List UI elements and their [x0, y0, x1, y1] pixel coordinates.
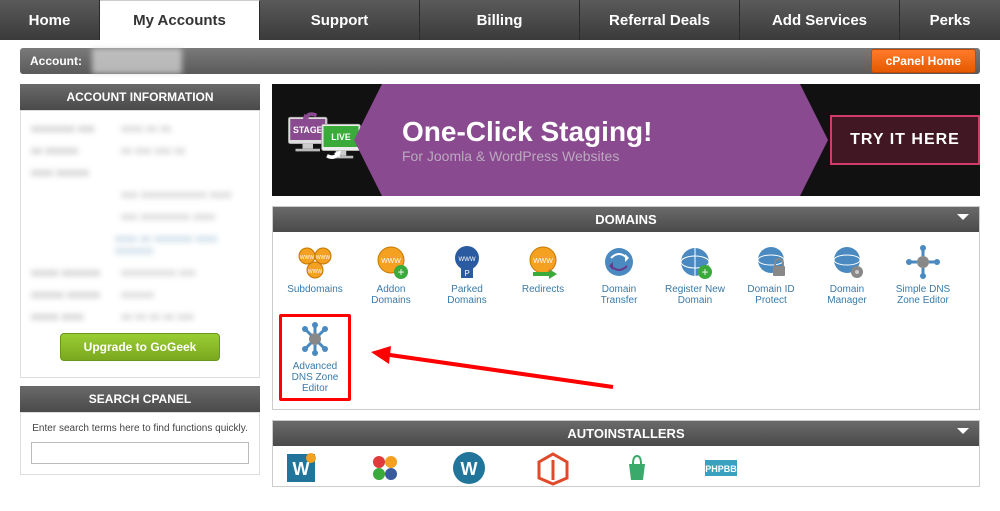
account-label: Account: [20, 54, 92, 68]
tile-simple-dns[interactable]: Simple DNS Zone Editor [887, 240, 959, 310]
search-hint: Enter search terms here to find function… [31, 423, 249, 434]
globe-arrow-icon: WWW [523, 244, 563, 280]
domains-section: DOMAINS WWWWWWWWW Subdomains WWW+ Addon … [272, 206, 980, 410]
globe-lock-icon [751, 244, 791, 280]
tile-parked-domains[interactable]: WWWP Parked Domains [431, 240, 503, 310]
tile-addon-domains[interactable]: WWW+ Addon Domains [355, 240, 427, 310]
banner-title: One-Click Staging! [402, 116, 800, 148]
cpanel-home-button[interactable]: cPanel Home [871, 49, 976, 73]
magento-icon[interactable] [535, 450, 571, 486]
globe-transfer-icon [599, 244, 639, 280]
tile-subdomains[interactable]: WWWWWWWWW Subdomains [279, 240, 351, 310]
banner-subtitle: For Joomla & WordPress Websites [402, 148, 800, 164]
chevron-down-icon [957, 214, 969, 220]
chevron-down-icon [957, 428, 969, 434]
tile-domain-transfer[interactable]: Domain Transfer [583, 240, 655, 310]
tile-domain-manager[interactable]: Domain Manager [811, 240, 883, 310]
tab-home[interactable]: Home [0, 0, 100, 40]
search-input[interactable] [31, 442, 249, 464]
svg-text:PHPBB: PHPBB [705, 464, 737, 474]
tab-billing[interactable]: Billing [420, 0, 580, 40]
tab-my-accounts[interactable]: My Accounts [100, 0, 260, 40]
svg-text:WWW: WWW [533, 258, 553, 265]
tile-redirects[interactable]: WWW Redirects [507, 240, 579, 310]
tab-support[interactable]: Support [260, 0, 420, 40]
try-it-here-button[interactable]: TRY IT HERE [830, 115, 980, 165]
svg-text:WWW: WWW [381, 258, 401, 265]
wordpress-alt-icon[interactable]: W [451, 450, 487, 486]
globe-gear-icon [827, 244, 867, 280]
svg-text:+: + [397, 265, 404, 279]
main-nav: Home My Accounts Support Billing Referra… [0, 0, 1000, 40]
tab-referral-deals[interactable]: Referral Deals [580, 0, 740, 40]
prestashop-icon[interactable] [619, 450, 655, 486]
dns-advanced-icon [295, 321, 335, 357]
globe-register-icon: + [675, 244, 715, 280]
account-bar: Account: cPanel Home [20, 48, 980, 74]
svg-text:W: W [293, 459, 310, 479]
account-value [92, 48, 182, 74]
autoinstallers-header[interactable]: AUTOINSTALLERS [273, 421, 979, 446]
upgrade-gogeek-button[interactable]: Upgrade to GoGeek [60, 333, 220, 361]
tile-register-domain[interactable]: + Register New Domain [659, 240, 731, 310]
svg-text:WWW: WWW [308, 269, 322, 275]
svg-text:W: W [461, 459, 478, 479]
account-info-header: ACCOUNT INFORMATION [20, 84, 260, 110]
globe-www-icon: WWWWWWWWW [295, 244, 335, 280]
tile-advanced-dns[interactable]: Advanced DNS Zone Editor [279, 314, 351, 401]
globe-parking-icon: WWW P [447, 244, 487, 280]
svg-text:+: + [701, 265, 708, 279]
search-cpanel-header: SEARCH CPANEL [20, 386, 260, 412]
tile-domain-id-protect[interactable]: Domain ID Protect [735, 240, 807, 310]
svg-text:LIVE: LIVE [331, 132, 351, 142]
wordpress-icon[interactable]: W [283, 450, 319, 486]
globe-plus-icon: WWW+ [371, 244, 411, 280]
tab-perks[interactable]: Perks [900, 0, 1000, 40]
tab-add-services[interactable]: Add Services [740, 0, 900, 40]
svg-text:P: P [464, 269, 469, 278]
staging-banner: STAGE LIVE One-Click Staging! For Joomla… [272, 84, 980, 196]
svg-text:STAGE: STAGE [293, 125, 323, 135]
domains-header[interactable]: DOMAINS [273, 207, 979, 232]
dns-simple-icon [903, 244, 943, 280]
svg-text:WWW: WWW [459, 257, 476, 263]
autoinstallers-section: AUTOINSTALLERS W W PHPBB [272, 420, 980, 487]
svg-text:WWW: WWW [300, 255, 314, 261]
phpbb-icon[interactable]: PHPBB [703, 450, 739, 486]
joomla-icon[interactable] [367, 450, 403, 486]
svg-text:WWW: WWW [316, 255, 330, 261]
account-info-panel: xxxxxxxx xxxxxxx xx xx xx xxxxxxxx xxx x… [20, 110, 260, 378]
